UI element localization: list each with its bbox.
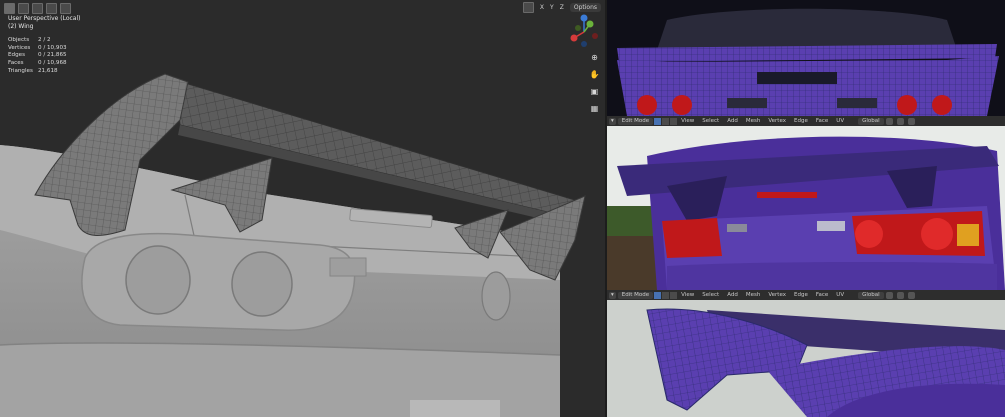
transform-pivot-icon[interactable] [522,2,534,13]
select-subtract-icon[interactable] [46,3,57,14]
vertex-select-icon[interactable] [654,117,662,125]
reference-image-rear-top [607,0,1005,116]
edge-select-icon[interactable] [662,291,670,299]
select-intersect-icon[interactable] [60,3,71,14]
stat-row: Triangles 21,618 [8,67,58,74]
menu-edge[interactable]: Edge [794,118,808,124]
menu-face[interactable]: Face [816,292,828,298]
grid-perspective-icon[interactable]: ▦ [589,103,600,114]
orientation-dropdown[interactable]: Global [858,291,884,299]
menu-face[interactable]: Face [816,118,828,124]
stat-row: Faces 0 / 10,968 [8,60,67,67]
mode-selector[interactable]: Edit Mode [617,117,654,125]
viewport-title: User Perspective (Local) [8,15,81,22]
pan-hand-icon[interactable]: ✋ [589,69,600,80]
vertex-select-icon[interactable] [654,291,662,299]
select-box-icon[interactable] [4,3,15,14]
car-clay-render [0,73,586,417]
stat-row: Objects 2 / 2 [8,37,51,43]
reference-image-spoiler-closeup [607,300,1005,417]
3d-viewport[interactable]: User Perspective (Local) (2) Wing Object… [0,0,605,417]
stat-row: Edges 0 / 21,865 [8,52,67,59]
menu-add[interactable]: Add [727,118,738,124]
proportional-edit-icon[interactable] [907,291,915,299]
menu-view[interactable]: View [681,118,694,124]
pivot-icon[interactable] [885,291,893,299]
pivot-icon[interactable] [885,117,893,125]
menu-uv[interactable]: UV [836,292,844,298]
editor-type-icon[interactable]: ▾ [609,117,616,125]
zoom-icon[interactable]: ⊕ [589,52,600,63]
orientation-dropdown[interactable]: Global [858,117,884,125]
scene-statistics: Objects 2 / 2 Vertices 0 / 10,903 Edges 0 /… [8,37,67,76]
mirror-y-toggle[interactable]: Y [550,4,554,11]
viewport-info: User Perspective (Local) (2) Wing [8,15,80,30]
editor-type-icon[interactable]: ▾ [609,291,616,299]
snap-icon[interactable] [896,117,904,125]
menu-uv[interactable]: UV [836,118,844,124]
proportional-edit-icon[interactable] [907,117,915,125]
mirror-z-toggle[interactable]: Z [560,4,564,11]
mirror-x-toggle[interactable]: X [540,4,544,11]
face-select-icon[interactable] [670,291,678,299]
viewport-header-right: X Y Z Options [522,2,601,13]
active-object: (2) Wing [8,22,34,30]
menu-view[interactable]: View [681,292,694,298]
snap-icon[interactable] [896,291,904,299]
menu-add[interactable]: Add [727,292,738,298]
viewport-side-tools: ⊕ ✋ ▣ ▦ [589,52,600,114]
editor-header: ▾ Edit Mode View Select Add Mesh Vertex … [607,116,1005,126]
mode-selector[interactable]: Edit Mode [617,291,654,299]
camera-icon[interactable]: ▣ [589,86,600,97]
select-extend-icon[interactable] [32,3,43,14]
reference-photo-rear [607,126,1005,290]
menu-select[interactable]: Select [702,292,719,298]
menu-mesh[interactable]: Mesh [746,292,760,298]
navigation-gizmo[interactable] [568,14,600,48]
viewport-header-tools [4,3,71,14]
stat-row: Vertices 0 / 10,903 [8,44,67,51]
menu-vertex[interactable]: Vertex [768,292,786,298]
menu-select[interactable]: Select [702,118,719,124]
options-dropdown[interactable]: Options [569,3,601,12]
editor-header-2: ▾ Edit Mode View Select Add Mesh Vertex … [607,290,1005,300]
face-select-icon[interactable] [670,117,678,125]
menu-edge[interactable]: Edge [794,292,808,298]
menu-mesh[interactable]: Mesh [746,118,760,124]
select-mode-icon[interactable] [18,3,29,14]
edge-select-icon[interactable] [662,117,670,125]
menu-vertex[interactable]: Vertex [768,118,786,124]
